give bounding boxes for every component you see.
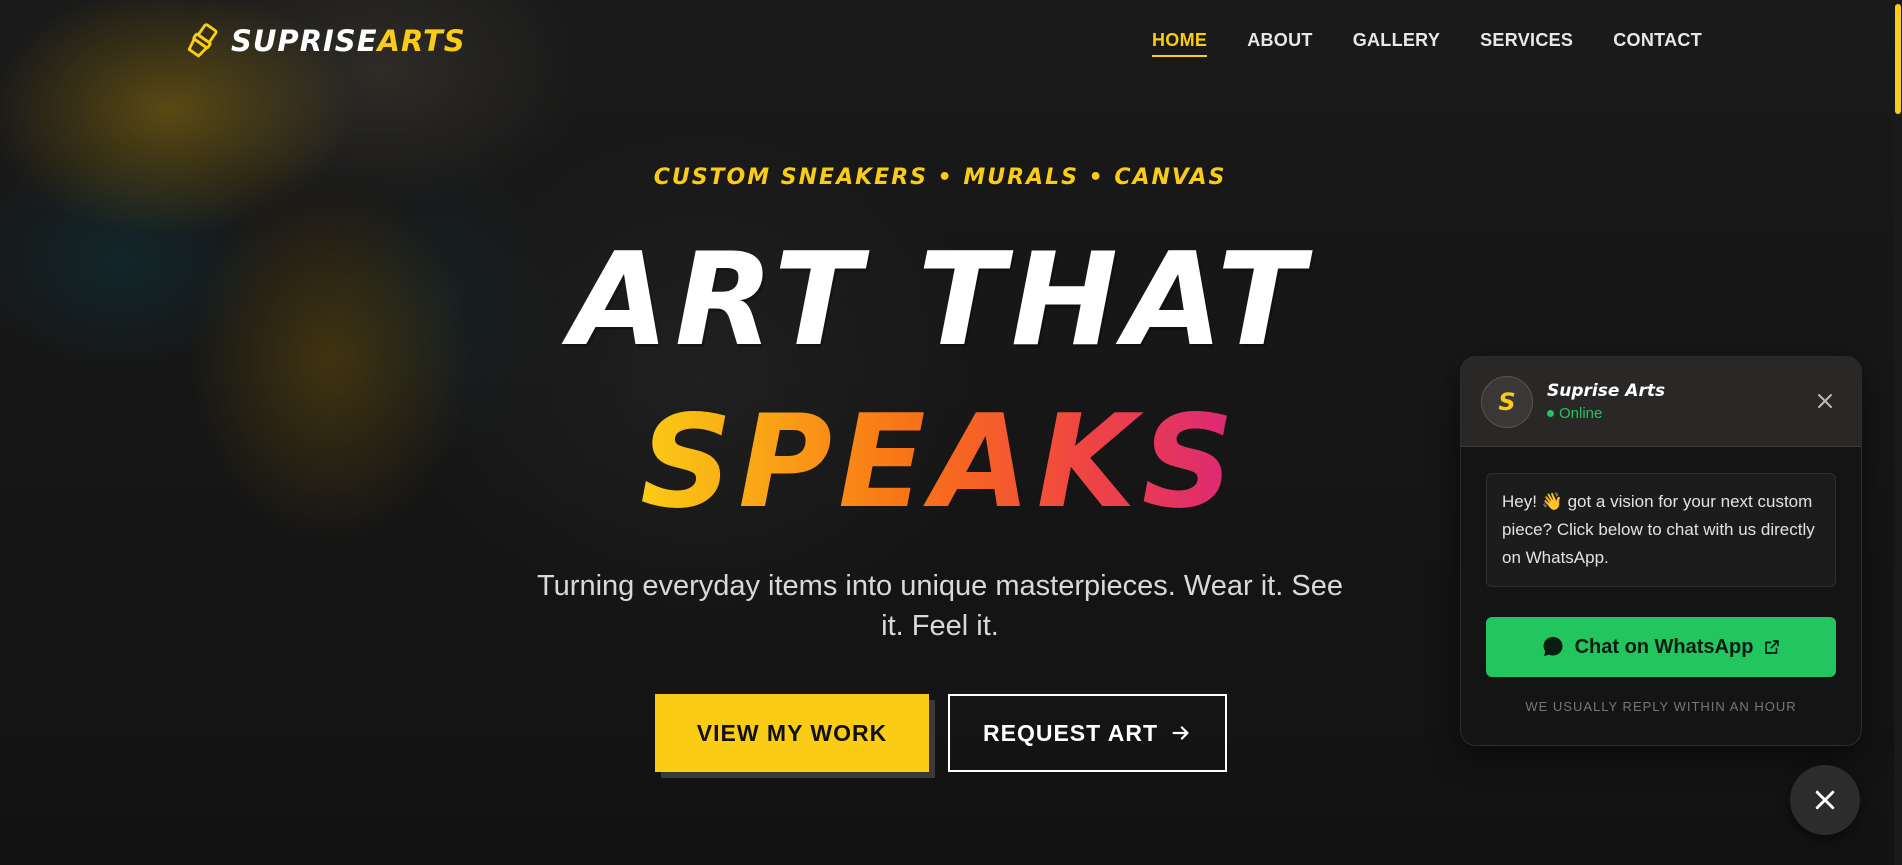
external-link-icon: [1765, 640, 1780, 654]
whatsapp-chat-widget: S Suprise Arts Online Hey! 👋 got a visio…: [1460, 356, 1862, 746]
logo-text-part2: ARTS: [377, 24, 466, 58]
avatar: S: [1481, 375, 1533, 428]
request-art-button[interactable]: REQUEST ART: [948, 694, 1227, 772]
logo-text: SUPRISEARTS: [231, 24, 466, 58]
main-menu: HOME ABOUT GALLERY SERVICES CONTACT: [1151, 30, 1702, 57]
view-my-work-button[interactable]: VIEW MY WORK: [655, 694, 929, 772]
view-my-work-label: VIEW MY WORK: [696, 719, 888, 746]
arrow-right-icon: [1172, 726, 1189, 740]
chat-message: Hey! 👋 got a vision for your next custom…: [1486, 473, 1836, 587]
logo[interactable]: SUPRISEARTS: [183, 22, 466, 60]
nav-about[interactable]: ABOUT: [1247, 30, 1313, 57]
chat-status-label: Online: [1559, 405, 1603, 422]
paintbrush-icon: [187, 23, 218, 58]
chat-toggle-button[interactable]: [1790, 765, 1860, 835]
hero-headline-line1: ART THAT: [569, 226, 1311, 375]
chat-on-whatsapp-label: Chat on WhatsApp: [1574, 635, 1754, 658]
close-icon[interactable]: [1815, 391, 1835, 411]
hero-subtitle: Turning everyday items into unique maste…: [537, 570, 1343, 642]
scrollbar-thumb[interactable]: [1895, 4, 1901, 114]
chat-bubble-icon: [1543, 637, 1563, 656]
nav-home[interactable]: HOME: [1151, 30, 1208, 57]
hero-tagline: CUSTOM SNEAKERS • MURALS • CANVAS: [653, 165, 1227, 190]
logo-text-part1: SUPRISE: [231, 24, 378, 58]
chat-on-whatsapp-button[interactable]: Chat on WhatsApp: [1486, 617, 1836, 677]
online-dot-icon: [1547, 410, 1554, 417]
reply-time-note: WE USUALLY REPLY WITHIN AN HOUR: [1525, 699, 1797, 714]
close-icon: [1815, 790, 1835, 810]
request-art-label: REQUEST ART: [983, 719, 1158, 746]
chat-status: Online: [1547, 405, 1665, 422]
page-scrollbar[interactable]: [1894, 0, 1902, 865]
chat-meta: Suprise Arts Online: [1547, 381, 1665, 422]
top-nav: SUPRISEARTS HOME ABOUT GALLERY SERVICES …: [0, 0, 1902, 86]
chat-contact-name: Suprise Arts: [1547, 381, 1666, 401]
chat-header: S Suprise Arts Online: [1461, 357, 1861, 447]
nav-services[interactable]: SERVICES: [1480, 30, 1573, 57]
nav-contact[interactable]: CONTACT: [1613, 30, 1702, 57]
nav-gallery[interactable]: GALLERY: [1353, 30, 1440, 57]
hero-headline-gradient-text: SPEAKS: [640, 388, 1240, 537]
